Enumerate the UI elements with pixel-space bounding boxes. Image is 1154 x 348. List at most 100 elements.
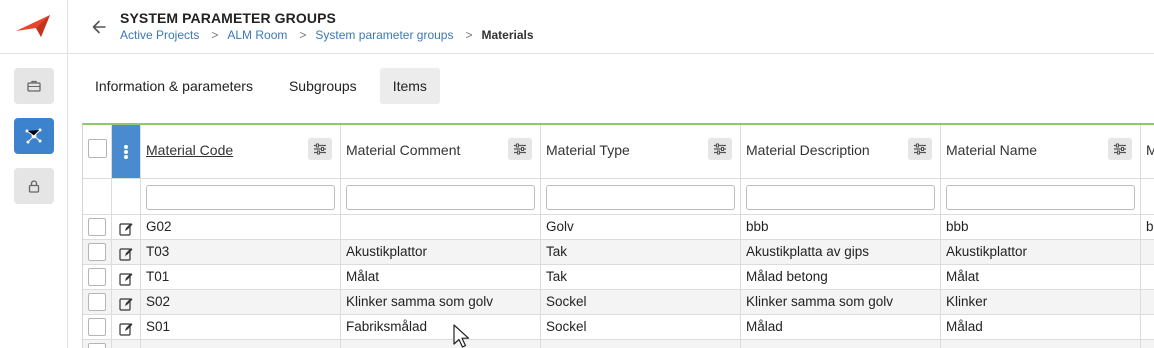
tab-items[interactable]: Items [379,68,440,104]
table-row[interactable]: T03 Akustikplattor Tak Akustikplatta av gip… [83,240,1154,265]
table-cell[interactable] [1141,240,1154,265]
column-filter-icon [314,143,326,155]
table-cell[interactable]: Tak [541,240,741,265]
column-header-label[interactable]: M [1146,142,1154,158]
table-cell[interactable]: Målad [741,315,941,340]
table-cell[interactable]: Akustikplatta av gips [741,240,941,265]
table-cell[interactable] [941,340,1141,348]
column-filter-input[interactable] [546,185,735,210]
table-cell[interactable]: Tak [541,265,741,290]
column-menu-button[interactable] [112,125,140,178]
column-header[interactable]: Material Comment [341,125,541,179]
table-row[interactable]: S01 Fabriksmålad Sockel Målad Målad [83,315,1154,340]
column-header-label[interactable]: Material Description [746,142,870,158]
table-cell[interactable]: Golv [541,215,741,240]
breadcrumb-system-parameter-groups[interactable]: System parameter groups [315,28,453,42]
table-row[interactable]: T01 Målat Tak Målad betong Målat [83,265,1154,290]
column-header-label[interactable]: Material Comment [346,142,460,158]
table-cell[interactable]: Akustikplattor [341,240,541,265]
table-cell[interactable]: T03 [141,240,341,265]
table-row[interactable]: G02 Golv bbb bbb b [83,215,1154,240]
tab-subgroups[interactable]: Subgroups [276,68,370,104]
table-cell[interactable] [341,340,541,348]
column-header-label[interactable]: Material Type [546,142,630,158]
briefcase-icon [27,80,41,92]
select-all-checkbox[interactable] [88,139,107,158]
column-filter-button[interactable] [1108,138,1132,160]
column-filter-input[interactable] [346,185,535,210]
column-filter-button[interactable] [508,138,532,160]
table-cell[interactable] [741,340,941,348]
breadcrumb-active-projects[interactable]: Active Projects [120,28,199,42]
table-cell[interactable] [1141,290,1154,315]
column-filter-button[interactable] [308,138,332,160]
table-cell[interactable]: Målad betong [741,265,941,290]
column-header[interactable]: Material Name [941,125,1141,179]
app-logo-icon [16,15,50,37]
table-cell[interactable]: G02 [141,215,341,240]
edit-icon[interactable] [119,270,133,286]
edit-icon[interactable] [119,220,133,236]
table-cell[interactable]: b [1141,215,1154,240]
table-cell[interactable]: bbb [741,215,941,240]
column-header-label[interactable]: Material Name [946,142,1037,158]
column-filter-button[interactable] [908,138,932,160]
breadcrumb-separator: > [465,28,473,42]
row-checkbox[interactable] [88,318,106,336]
sidebar-item-lock[interactable] [14,168,54,204]
row-checkbox[interactable] [88,243,106,261]
table-cell[interactable]: Sockel [541,290,741,315]
row-checkbox[interactable] [88,268,106,286]
column-header[interactable]: Material Code [141,125,341,179]
table-cell[interactable] [341,215,541,240]
row-action-cell [112,315,141,340]
network-icon [25,128,42,144]
table-cell[interactable]: Målat [941,265,1141,290]
row-action-cell [112,240,141,265]
column-header[interactable]: Material Type [541,125,741,179]
table-cell[interactable]: bbb [941,215,1141,240]
table-cell[interactable]: T01 [141,265,341,290]
row-select-cell [83,265,112,290]
table-cell[interactable]: Klinker samma som golv [341,290,541,315]
table-cell[interactable]: Klinker [941,290,1141,315]
edit-icon[interactable] [119,320,133,336]
table-cell[interactable]: Fabriksmålad [341,315,541,340]
row-checkbox[interactable] [88,218,106,236]
row-select-cell [83,315,112,340]
table-cell[interactable]: Målad [941,315,1141,340]
table-cell[interactable]: Sockel [541,315,741,340]
filter-cell [941,179,1141,215]
table-cell[interactable]: Målat [341,265,541,290]
sidebar-item-briefcase[interactable] [14,68,54,104]
table-cell[interactable]: S01 [141,315,341,340]
table-row[interactable]: S02 Klinker samma som golv Sockel Klinker s… [83,290,1154,315]
table-cell[interactable] [541,340,741,348]
filter-cell [741,179,941,215]
edit-icon[interactable] [119,295,133,311]
column-filter-input[interactable] [946,185,1135,210]
column-header-label[interactable]: Material Code [146,142,233,158]
breadcrumb-alm-room[interactable]: ALM Room [227,28,287,42]
table-cell[interactable]: Akustikplattor [941,240,1141,265]
row-checkbox[interactable] [88,343,106,348]
page-title: SYSTEM PARAMETER GROUPS [120,10,336,26]
table-cell[interactable] [1141,340,1154,348]
table-cell[interactable]: Klinker samma som golv [741,290,941,315]
column-filter-input[interactable] [746,185,935,210]
edit-icon[interactable] [119,245,133,261]
column-header[interactable]: Material Description [741,125,941,179]
column-filter-input[interactable] [146,185,335,210]
kebab-dot [124,155,128,159]
table-cell[interactable] [1141,315,1154,340]
tab-information-parameters[interactable]: Information & parameters [82,68,266,104]
column-filter-button[interactable] [708,138,732,160]
table-cell[interactable] [1141,265,1154,290]
table-cell[interactable] [141,340,341,348]
table-cell[interactable]: S02 [141,290,341,315]
sidebar-item-network[interactable] [14,118,54,154]
row-checkbox[interactable] [88,293,106,311]
table-row[interactable] [83,340,1154,348]
back-arrow-icon[interactable] [88,16,110,38]
column-header[interactable]: M [1141,125,1154,179]
